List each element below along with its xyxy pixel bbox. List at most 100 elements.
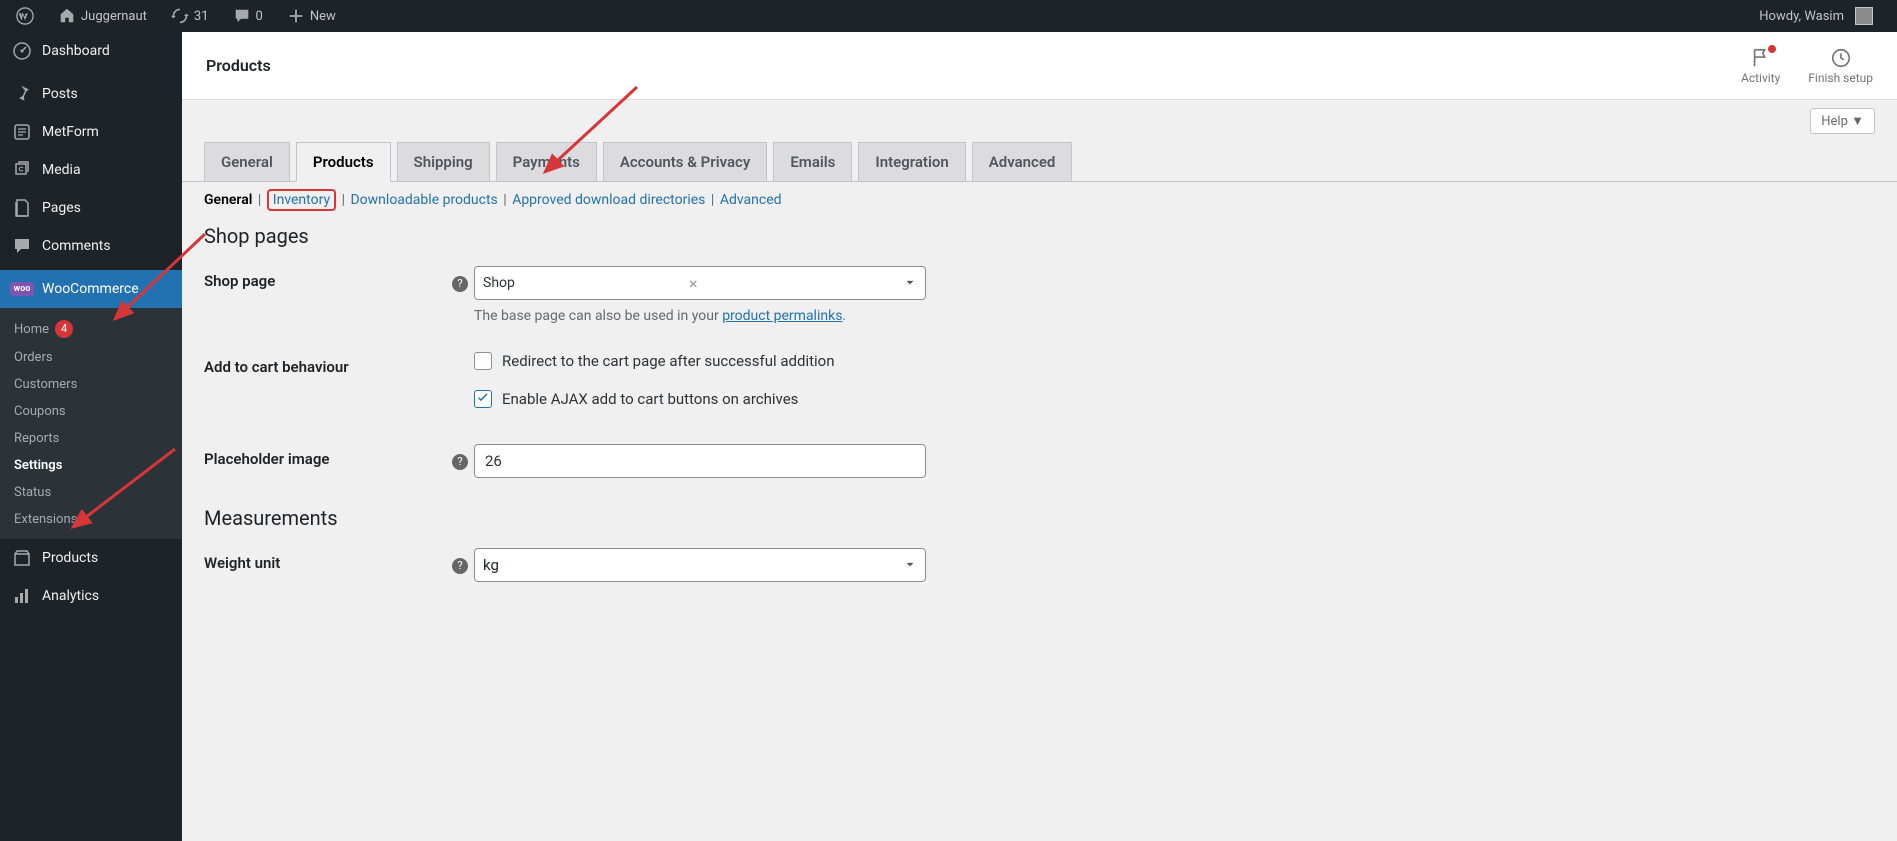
comments-icon [12,236,32,256]
count-badge: 4 [55,320,73,338]
submenu-coupons[interactable]: Coupons [0,398,182,425]
page-title: Products [206,56,1741,75]
subtab-downloadable[interactable]: Downloadable products [350,192,497,208]
woo-icon: woo [12,279,32,299]
menu-metform[interactable]: MetForm [0,113,182,151]
woo-submenu: Home 4 Orders Customers Coupons Reports … [0,308,182,539]
row-shop-page: Shop page ? Shop × The base page can als… [204,266,1875,324]
submenu-extensions[interactable]: Extensions [0,506,182,533]
form-icon [12,122,32,142]
menu-analytics[interactable]: Analytics [0,577,182,615]
site-name: Juggernaut [81,9,147,24]
checkbox-ajax[interactable] [474,390,492,408]
products-icon [12,548,32,568]
shop-page-select[interactable]: Shop × [474,266,926,300]
label-placeholder: Placeholder image [204,444,452,468]
new-label: New [310,9,336,24]
menu-label: Analytics [42,588,99,604]
menu-label: Products [42,550,98,566]
menu-label: Pages [42,200,81,216]
tab-products[interactable]: Products [296,142,391,182]
pin-icon [12,84,32,104]
analytics-icon [12,586,32,606]
howdy-text: Howdy, Wasim [1759,9,1844,24]
subtab-general[interactable]: General [204,192,252,208]
submenu-label: Settings [14,458,62,473]
activity-button[interactable]: Activity [1741,47,1780,85]
menu-posts[interactable]: Posts [0,75,182,113]
admin-bar: Juggernaut 31 0 New Howdy, Wasim [0,0,1897,32]
weight-unit-select[interactable]: kg [474,548,926,582]
updates-link[interactable]: 31 [163,0,217,32]
section-heading-measurements: Measurements [204,506,1875,530]
menu-comments[interactable]: Comments [0,227,182,265]
notification-dot [1768,45,1776,53]
subtab-approved-dirs[interactable]: Approved download directories [512,192,705,208]
submenu-status[interactable]: Status [0,479,182,506]
howdy-link[interactable]: Howdy, Wasim [1751,0,1881,32]
submenu-orders[interactable]: Orders [0,344,182,371]
section-heading-shop-pages: Shop pages [204,224,1875,248]
submenu-customers[interactable]: Customers [0,371,182,398]
activity-label: Activity [1741,71,1780,85]
menu-label: Media [42,162,81,178]
menu-woocommerce[interactable]: woo WooCommerce [0,270,182,308]
pages-icon [12,198,32,218]
shop-page-value: Shop [483,275,689,291]
wp-logo[interactable] [8,0,42,32]
row-placeholder-image: Placeholder image ? [204,444,1875,478]
row-add-to-cart: Add to cart behaviour Redirect to the ca… [204,352,1875,428]
tab-emails[interactable]: Emails [773,142,852,181]
new-link[interactable]: New [279,0,344,32]
label-add-to-cart: Add to cart behaviour [204,352,452,376]
avatar [1855,7,1873,25]
menu-pages[interactable]: Pages [0,189,182,227]
menu-label: WooCommerce [42,281,139,297]
tab-advanced[interactable]: Advanced [972,142,1073,181]
checkbox-redirect-label: Redirect to the cart page after successf… [502,352,835,370]
finish-setup-button[interactable]: Finish setup [1808,47,1873,85]
comments-link[interactable]: 0 [225,0,271,32]
menu-products[interactable]: Products [0,539,182,577]
label-weight-unit: Weight unit [204,548,452,572]
help-icon[interactable]: ? [452,454,468,470]
submenu-label: Coupons [14,404,66,419]
checkbox-redirect[interactable] [474,352,492,370]
menu-label: Dashboard [42,43,110,59]
subtab-advanced[interactable]: Advanced [720,192,782,208]
subtab-inventory[interactable]: Inventory [273,192,330,208]
updates-count: 31 [194,9,209,24]
submenu-reports[interactable]: Reports [0,425,182,452]
help-icon[interactable]: ? [452,276,468,292]
tab-accounts-privacy[interactable]: Accounts & Privacy [603,142,768,181]
tab-integration[interactable]: Integration [858,142,965,181]
menu-media[interactable]: Media [0,151,182,189]
help-icon[interactable]: ? [452,558,468,574]
comments-count: 0 [256,9,263,24]
shop-page-desc: The base page can also be used in your p… [474,308,1174,324]
settings-tabs: General Products Shipping Payments Accou… [182,142,1897,182]
menu-label: Comments [42,238,111,254]
submenu-label: Reports [14,431,59,446]
menu-dashboard[interactable]: Dashboard [0,32,182,70]
clock-icon [1830,47,1852,69]
submenu-home[interactable]: Home 4 [0,314,182,344]
chevron-down-icon [903,558,917,572]
placeholder-image-input[interactable] [474,444,926,478]
submenu-label: Customers [14,377,77,392]
site-link[interactable]: Juggernaut [50,0,155,32]
help-toggle[interactable]: Help ▼ [1810,108,1875,134]
tab-payments[interactable]: Payments [496,142,597,181]
permalinks-link[interactable]: product permalinks [722,308,842,324]
submenu-label: Home [14,322,49,337]
label-shop-page: Shop page [204,266,452,290]
submenu-label: Extensions [14,512,77,527]
tab-general[interactable]: General [204,142,290,181]
menu-label: Posts [42,86,78,102]
tab-shipping[interactable]: Shipping [397,142,490,181]
clear-icon[interactable]: × [689,274,895,293]
submenu-settings[interactable]: Settings [0,452,182,479]
products-subtabs: General | Inventory | Downloadable produ… [182,182,1897,218]
menu-label: MetForm [42,124,99,140]
submenu-label: Orders [14,350,53,365]
